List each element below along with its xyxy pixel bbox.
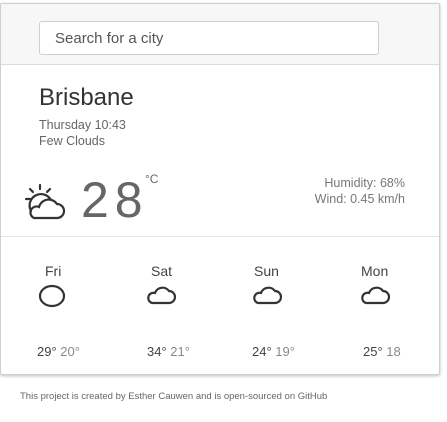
forecast-max: 24°: [252, 344, 272, 359]
temperature-unit: °C: [145, 172, 159, 186]
few-clouds-sun-icon: [24, 183, 66, 220]
forecast-min: 19°: [275, 344, 295, 359]
weather-app-card: Brisbane Thursday 10:43 Few Clouds 28 °C…: [0, 3, 440, 375]
forecast-min: 20°: [60, 344, 80, 359]
current-datetime: Thursday 10:43: [39, 118, 126, 132]
forecast-day-label: Fri: [45, 263, 62, 279]
forecast-temps: 24° 19°: [252, 344, 295, 359]
forecast-temps: 29° 20°: [37, 344, 80, 359]
forecast-day-label: Sat: [151, 263, 173, 279]
cloud-icon: [253, 286, 282, 305]
search-bar: [1, 4, 439, 65]
forecast-day-label: Mon: [361, 263, 389, 279]
current-temperature: 28: [81, 172, 149, 228]
forecast-min: 18: [386, 344, 401, 359]
forecast-temps: 25° 18: [363, 344, 401, 359]
forecast-max: 29°: [37, 344, 57, 359]
humidity: Humidity: 68%: [324, 176, 405, 190]
cloud-icon: [361, 286, 390, 305]
divider: [1, 236, 439, 237]
forecast-day-label: Sun: [254, 263, 279, 279]
forecast-max: 34°: [147, 344, 167, 359]
wind-speed: Wind: 0.45 km/h: [314, 192, 405, 206]
city-name: Brisbane: [39, 84, 134, 111]
search-input[interactable]: [39, 21, 379, 55]
cloud-icon: [38, 284, 66, 308]
forecast-min: 21°: [170, 344, 190, 359]
footer-credit: This project is created by Esther Cauwen…: [20, 391, 328, 402]
cloud-icon: [147, 286, 176, 305]
forecast-temps: 34° 21°: [147, 344, 190, 359]
forecast-max: 25°: [363, 344, 383, 359]
weather-description: Few Clouds: [39, 134, 105, 148]
